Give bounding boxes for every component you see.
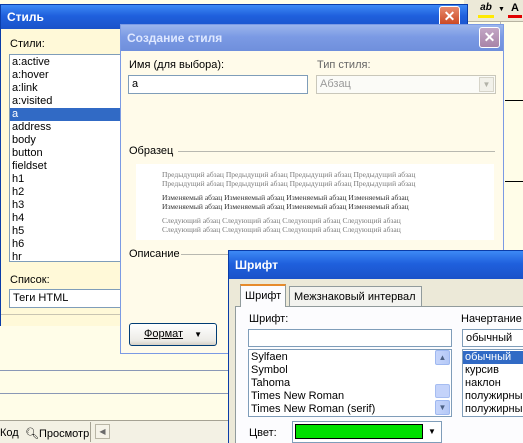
list-label: Список:	[10, 274, 50, 286]
style-list-item[interactable]: a	[10, 108, 120, 121]
scroll-left-icon[interactable]: ◀	[95, 424, 110, 439]
style-list-item[interactable]: a:visited	[10, 95, 120, 108]
font-label: Шрифт:	[249, 313, 289, 325]
style-list-item[interactable]: h5	[10, 225, 120, 238]
font-list-scroll-thumb[interactable]	[435, 384, 450, 398]
sample-next-text: Следующий абзац Следующий абзац Следующи…	[162, 216, 401, 225]
style-list-item[interactable]: hr	[10, 251, 120, 261]
create-style-titlebar[interactable]: Создание стиля	[121, 25, 503, 51]
tab-divider	[90, 422, 91, 442]
style-input-value: обычный	[466, 332, 513, 344]
format-button[interactable]: Формат ▼	[129, 323, 217, 346]
tab-preview-label: Просмотр	[38, 428, 90, 440]
styles-label: Стили:	[10, 38, 45, 50]
style-list-item[interactable]: body	[10, 134, 120, 147]
tab-spacing[interactable]: Межзнаковый интервал	[289, 286, 422, 306]
dropdown-arrow-icon[interactable]: ▼	[498, 6, 505, 13]
list-select[interactable]: Теги HTML	[9, 289, 121, 308]
ab-underline-icon[interactable]: ab	[476, 2, 496, 18]
font-list-scroll-down-icon[interactable]: ▼	[435, 400, 450, 415]
color-swatch	[295, 424, 423, 439]
type-select[interactable]: Абзац ▼	[316, 75, 496, 94]
sample-preview: Предыдущий абзац Предыдущий абзац Предыд…	[136, 164, 494, 240]
style-list-item[interactable]: h6	[10, 238, 120, 251]
magnifier-icon: 🔍︎	[25, 428, 39, 440]
style-window-title: Стиль	[7, 10, 44, 24]
right-panel-line	[505, 181, 523, 182]
name-input-value: a	[132, 78, 139, 90]
sample-current-text: Изменяемый абзац Изменяемый абзац Изменя…	[162, 193, 409, 202]
style-list-item[interactable]: h3	[10, 199, 120, 212]
tab-code[interactable]: Код	[0, 427, 19, 439]
name-input[interactable]: a	[128, 75, 308, 94]
tab-preview[interactable]: 🔍︎Просмотр	[25, 427, 89, 440]
chevron-down-icon: ▼	[194, 330, 203, 339]
style-list-item[interactable]: address	[10, 121, 120, 134]
sample-label: Образец	[129, 145, 174, 157]
tab-code-label: Код	[0, 427, 19, 439]
font-list-item[interactable]: Tahoma	[249, 377, 451, 390]
style-input[interactable]: обычный	[462, 329, 523, 347]
style-list-item[interactable]: a:active	[10, 56, 120, 69]
name-label: Имя (для выбора):	[129, 59, 225, 71]
style-list-item[interactable]: a:link	[10, 82, 120, 95]
font-dialog-titlebar[interactable]: Шрифт	[229, 251, 523, 279]
tab-spacing-label: Межзнаковый интервал	[294, 291, 416, 303]
font-style-list-item[interactable]: полужирный	[463, 403, 523, 416]
font-list[interactable]: Sylfaen Symbol Tahoma Times New Roman Times …	[248, 349, 452, 417]
chevron-down-icon[interactable]: ▼	[479, 77, 494, 92]
sample-prev-text: Предыдущий абзац Предыдущий абзац Предыд…	[162, 170, 416, 179]
chevron-down-icon[interactable]: ▼	[424, 424, 440, 440]
sample-next-text-2: Следующий абзац Следующий абзац Следующи…	[162, 225, 401, 234]
tab-font[interactable]: Шрифт	[240, 284, 287, 307]
style-list-item[interactable]: a:hover	[10, 69, 120, 82]
create-style-title: Создание стиля	[127, 31, 223, 45]
font-list-item[interactable]: Times New Roman	[249, 390, 451, 403]
format-button-label: Формат	[143, 328, 184, 340]
style-list[interactable]: обычный курсив наклон полужирный полужирный	[462, 349, 523, 417]
styles-list[interactable]: a:active a:hover a:link a:visited a address bo…	[9, 54, 121, 262]
font-list-item[interactable]: Symbol	[249, 364, 451, 377]
sample-current-text-2: Изменяемый абзац Изменяемый абзац Изменя…	[162, 202, 409, 211]
type-label: Тип стиля:	[317, 59, 371, 71]
style-list-item[interactable]: button	[10, 147, 120, 160]
sample-divider	[178, 151, 495, 152]
font-input[interactable]	[248, 329, 452, 347]
font-style-list-item[interactable]: наклон	[463, 377, 523, 390]
style-list-item[interactable]: h4	[10, 212, 120, 225]
style-list-item[interactable]: fieldset	[10, 160, 120, 173]
font-style-list-item[interactable]: обычный	[463, 351, 523, 364]
right-panel-line	[505, 100, 523, 101]
color-select[interactable]: ▼	[292, 421, 442, 443]
tab-font-label: Шрифт	[245, 290, 282, 302]
style-list-item[interactable]: h2	[10, 186, 120, 199]
font-dialog-title: Шрифт	[235, 258, 278, 272]
font-list-item[interactable]: Times New Roman (serif)	[249, 403, 451, 416]
font-style-list-item[interactable]: курсив	[463, 364, 523, 377]
font-list-scroll-up-icon[interactable]: ▲	[435, 350, 450, 365]
description-label: Описание	[129, 248, 180, 260]
font-color-icon[interactable]: A	[508, 2, 522, 18]
style-list-item[interactable]: h1	[10, 173, 120, 186]
close-icon[interactable]: ✕	[479, 27, 500, 48]
sample-prev-text-2: Предыдущий абзац Предыдущий абзац Предыд…	[162, 179, 416, 188]
color-label: Цвет:	[249, 427, 277, 439]
description-divider	[181, 254, 231, 255]
type-select-value: Абзац	[320, 78, 351, 90]
list-select-value: Теги HTML	[13, 292, 69, 304]
style-label: Начертание	[461, 313, 522, 325]
font-style-list-item[interactable]: полужирный	[463, 390, 523, 403]
font-list-item[interactable]: Sylfaen	[249, 351, 451, 364]
